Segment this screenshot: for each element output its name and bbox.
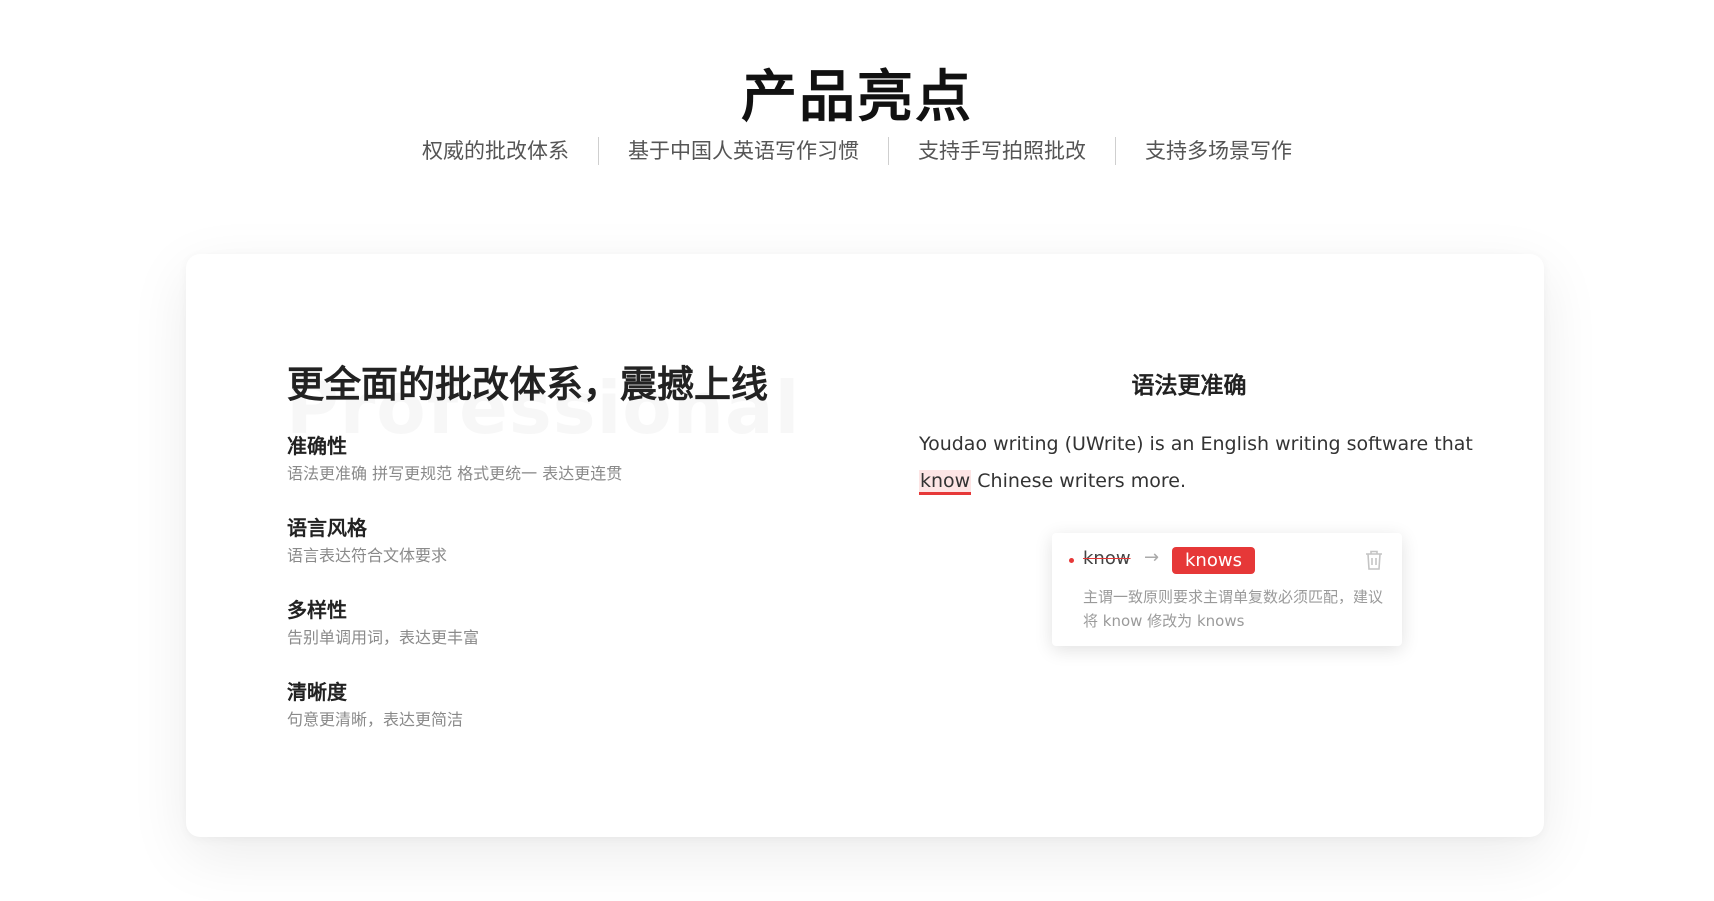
error-dot [1069,558,1074,563]
tab-handwriting[interactable]: 支持手写拍照批改 [889,136,1115,166]
sentence-text: Youdao writing (UWrite) is an English wr… [919,433,1473,455]
feature-desc: 语言表达符合文体要求 [287,546,448,565]
feature-item: 准确性 语法更准确 拼写更规范 格式更统一 表达更连贯 [287,432,622,514]
feature-title: 清晰度 [287,680,347,704]
sentence-text: Chinese writers more. [971,470,1186,492]
suggestion-button[interactable]: knows [1172,547,1255,574]
feature-item: 多样性 告别单调用词，表达更丰富 [287,596,622,678]
tab-authoritative[interactable]: 权威的批改体系 [393,136,598,166]
page-title: 产品亮点 [741,65,973,130]
demo-sentence: Youdao writing (UWrite) is an English wr… [919,426,1489,500]
feature-tabs: 权威的批改体系 基于中国人英语写作习惯 支持手写拍照批改 支持多场景写作 [0,136,1714,166]
tab-multi-scenario[interactable]: 支持多场景写作 [1116,136,1321,166]
demo-title: 语法更准确 [1131,373,1247,399]
feature-desc: 句意更清晰，表达更简洁 [287,710,464,729]
error-highlight[interactable]: know [919,470,972,495]
trash-icon[interactable] [1364,549,1384,571]
feature-item: 语言风格 语言表达符合文体要求 [287,514,622,596]
feature-list: 准确性 语法更准确 拼写更规范 格式更统一 表达更连贯 语言风格 语言表达符合文… [287,432,622,760]
feature-title: 准确性 [287,434,347,458]
original-word: know [1083,548,1131,569]
tab-chinese-habits[interactable]: 基于中国人英语写作习惯 [599,136,888,166]
feature-title: 多样性 [287,598,347,622]
correction-popup: know → knows 主谓一致原则要求主谓单复数必须匹配，建议将 know … [1052,533,1402,646]
feature-desc: 告别单调用词，表达更丰富 [287,628,480,647]
arrow-right-icon: → [1144,547,1160,568]
feature-item: 清晰度 句意更清晰，表达更简洁 [287,678,622,760]
card-heading: 更全面的批改体系，震撼上线 [287,363,768,406]
grammar-demo: 语法更准确 Youdao writing (UWrite) is an Engl… [919,366,1479,500]
feature-desc: 语法更准确 拼写更规范 格式更统一 表达更连贯 [287,464,623,483]
correction-explanation: 主谓一致原则要求主谓单复数必须匹配，建议将 know 修改为 knows [1083,588,1384,630]
page: 产品亮点 权威的批改体系 基于中国人英语写作习惯 支持手写拍照批改 支持多场景写… [0,0,1714,901]
feature-title: 语言风格 [287,516,367,540]
